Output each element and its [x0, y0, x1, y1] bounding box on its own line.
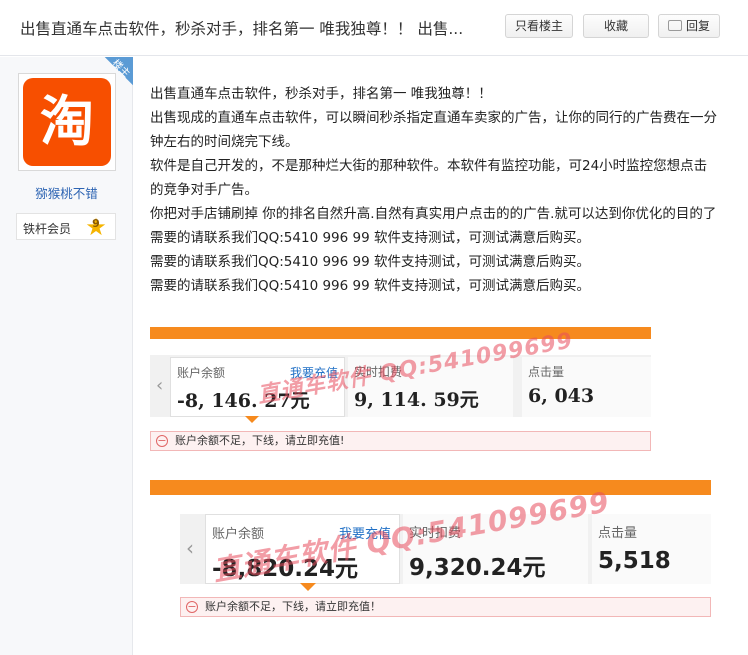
warning-text: 账户余额不足，下线，请立即充值！ — [205, 600, 381, 613]
orange-bar — [150, 480, 711, 495]
chevron-left-icon: ‹ — [156, 375, 164, 396]
balance-label: 账户余额 — [212, 527, 265, 542]
post-line: 需要的请联系我们QQ:5410 996 99 软件支持测试，可测试满意后购买。 — [150, 230, 590, 246]
avatar-glyph: 淘 — [40, 90, 94, 153]
spend-value: 9,320.24元 — [409, 555, 546, 581]
warning-bar: − 账户余额不足，下线，请立即充值！ — [180, 597, 711, 617]
clicks-cell: 点击量 5,518 — [592, 514, 711, 584]
orange-bar — [150, 327, 651, 339]
reply-icon — [667, 20, 682, 31]
minus-circle-icon: − — [186, 600, 198, 613]
balance-label: 账户余额 — [177, 366, 226, 380]
author-sidebar: 淘 楼主 猕猴桃不错 铁杆会员 ★ 9 — [0, 57, 133, 655]
rank-title: 铁杆会员 — [23, 222, 72, 236]
post-line: 出售现成的直通车点击软件，可以瞬间秒杀指定直通车卖家的广告，让你的同行的广告费在… — [150, 110, 717, 150]
post-line: 你把对手店铺刷掉 你的排名自然升高.自然有真实用户点击的的广告.就可以达到你优化… — [150, 206, 717, 222]
minus-circle-icon: − — [156, 434, 168, 447]
pointer-triangle — [300, 583, 316, 591]
clicks-label: 点击量 — [528, 365, 565, 379]
favorite-button[interactable]: 收藏 — [583, 14, 649, 38]
reply-button[interactable]: 回复 — [658, 14, 720, 38]
author-name[interactable]: 猕猴桃不错 — [0, 183, 133, 202]
rank-level: 9 — [92, 217, 100, 230]
clicks-value: 5,518 — [598, 548, 671, 574]
clicks-label: 点击量 — [598, 526, 638, 541]
clicks-value: 6, 043 — [528, 385, 595, 407]
warning-text: 账户余额不足，下线，请立即充值! — [175, 434, 345, 447]
post-line: 需要的请联系我们QQ:5410 996 99 软件支持测试，可测试满意后购买。 — [150, 278, 590, 294]
thread-header: 出售直通车点击软件，秒杀对手，排名第一 唯我独尊！！ 出售... 只看楼主 收藏… — [0, 0, 748, 56]
op-corner-badge: 楼主 — [95, 57, 133, 95]
post-line: 软件是自己开发的，不是那种烂大街的那种软件。本软件有监控功能，可24小时监控您想… — [150, 158, 708, 198]
post-image-1: ‹ 账户余额 我要充值 -8, 146. 27元 实时扣费 9, 114. 59… — [150, 327, 651, 452]
rank-badge[interactable]: 铁杆会员 ★ 9 — [16, 213, 116, 240]
op-badge-label: 楼主 — [109, 57, 132, 80]
pointer-triangle — [245, 416, 259, 423]
warning-bar: − 账户余额不足，下线，请立即充值! — [150, 431, 651, 451]
post-line: 出售直通车点击软件，秒杀对手，排名第一 唯我独尊！！ — [150, 86, 492, 102]
only-op-button[interactable]: 只看楼主 — [505, 14, 573, 38]
post-content: 出售直通车点击软件，秒杀对手，排名第一 唯我独尊！！ 出售现成的直通车点击软件，… — [150, 82, 720, 298]
reply-label: 回复 — [685, 19, 710, 33]
clicks-cell: 点击量 6, 043 — [522, 357, 651, 417]
thread-title: 出售直通车点击软件，秒杀对手，排名第一 唯我独尊！！ 出售... — [20, 20, 464, 38]
post-line: 需要的请联系我们QQ:5410 996 99 软件支持测试，可测试满意后购买。 — [150, 254, 590, 270]
chevron-left-icon: ‹ — [186, 536, 194, 560]
